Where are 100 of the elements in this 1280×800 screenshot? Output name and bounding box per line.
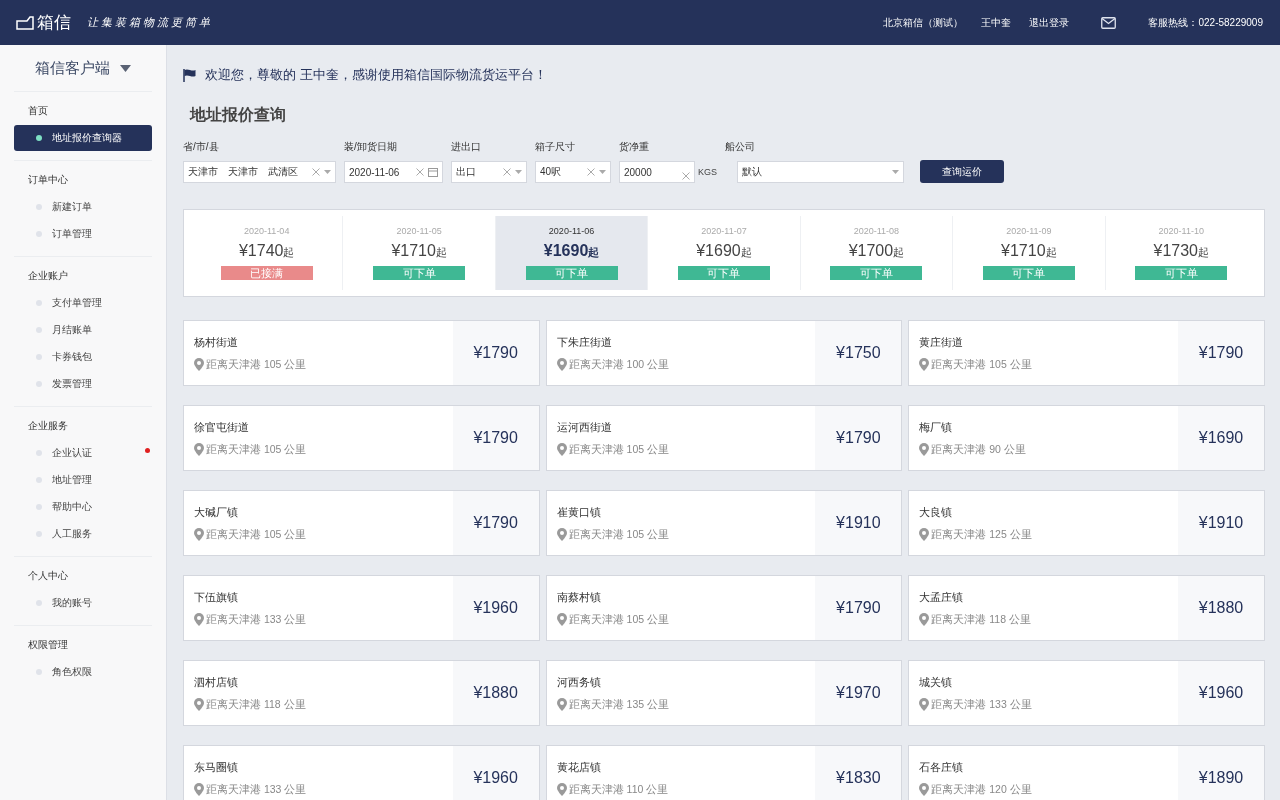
distance-text: 距离天津港 105 公里 [568, 442, 669, 457]
address-card[interactable]: 城关镇 距离天津港 133 公里 ¥1960 [908, 660, 1265, 726]
address-card[interactable]: 大良镇 距离天津港 125 公里 ¥1910 [908, 490, 1265, 556]
date-option[interactable]: 2020-11-08 ¥1700起 可下单 [800, 216, 954, 290]
caret-icon[interactable] [120, 64, 131, 72]
sidebar-item[interactable]: 发票管理 [14, 371, 152, 397]
address-card[interactable]: 南蔡村镇 距离天津港 105 公里 ¥1790 [545, 575, 903, 641]
clear-icon[interactable] [416, 168, 424, 176]
dropdown-caret-icon[interactable] [324, 170, 331, 174]
weight-field[interactable]: 20000 [619, 161, 695, 183]
clear-icon[interactable] [587, 168, 595, 176]
query-button[interactable]: 查询运价 [920, 160, 1004, 183]
flag-icon [183, 68, 197, 82]
sidebar-section-title: 企业账户 [27, 269, 69, 283]
sidebar-item[interactable]: 新建订单 [14, 194, 152, 220]
address-card[interactable]: 梅厂镇 距离天津港 90 公里 ¥1690 [908, 405, 1265, 471]
address-card[interactable]: 东马圈镇 距离天津港 133 公里 ¥1960 [183, 745, 540, 800]
select-field[interactable]: 40呎 [535, 161, 611, 183]
address-card[interactable]: 大碱厂镇 距离天津港 105 公里 ¥1790 [183, 490, 540, 556]
address-name: 下朱庄街道 [556, 334, 613, 350]
address-name: 下伍旗镇 [194, 589, 239, 605]
address-card[interactable]: 黄花店镇 距离天津港 110 公里 ¥1830 [545, 745, 903, 800]
sidebar-item[interactable]: 地址报价查询器 [14, 125, 152, 151]
price-text: ¥1790 [473, 429, 518, 447]
sidebar-section-title: 首页 [27, 104, 49, 118]
location-pin-icon [194, 443, 204, 456]
sidebar-title[interactable]: 箱信客户端 [35, 58, 110, 78]
clear-icon[interactable] [312, 168, 320, 176]
date-option[interactable]: 2020-11-10 ¥1730起 可下单 [1105, 216, 1257, 290]
sidebar-item[interactable]: 人工服务 [14, 521, 152, 547]
region-select[interactable]: 天津市 天津市 武清区 [183, 161, 336, 183]
date-option[interactable]: 2020-11-06 ¥1690起 可下单 [495, 216, 649, 290]
address-card[interactable]: 泗村店镇 距离天津港 118 公里 ¥1880 [183, 660, 540, 726]
address-card[interactable]: 大孟庄镇 距离天津港 118 公里 ¥1880 [908, 575, 1265, 641]
dropdown-caret-icon[interactable] [599, 170, 606, 174]
slogan: 让集装箱物流更简单 [87, 15, 213, 30]
dropdown-caret-icon[interactable] [892, 170, 899, 174]
sidebar-item[interactable]: 订单管理 [14, 221, 152, 247]
address-card[interactable]: 黄庄街道 距离天津港 105 公里 ¥1790 [908, 320, 1265, 386]
date-option[interactable]: 2020-11-09 ¥1710起 可下单 [953, 216, 1106, 290]
date-field[interactable]: 2020-11-06 [344, 161, 443, 183]
price-text: ¥1790 [836, 429, 881, 447]
sidebar-item[interactable]: 帮助中心 [14, 494, 152, 520]
select-field[interactable]: 出口 [451, 161, 527, 183]
hotline: 客服热线：022-58229009 [1148, 15, 1263, 30]
distance-text: 距离天津港 110 公里 [568, 782, 669, 797]
clear-icon[interactable] [503, 168, 511, 176]
price-text: ¥1700起 [848, 242, 905, 260]
location-pin-icon [556, 443, 567, 456]
clear-icon[interactable] [682, 172, 690, 180]
logout-link[interactable]: 退出登录 [1029, 15, 1070, 30]
location-pin-icon [919, 528, 930, 541]
price-text: ¥1750 [836, 344, 881, 362]
date-option[interactable]: 2020-11-07 ¥1690起 可下单 [648, 216, 801, 290]
address-card[interactable]: 下朱庄街道 距离天津港 100 公里 ¥1750 [545, 320, 903, 386]
sidebar-item[interactable]: 支付单管理 [14, 290, 152, 316]
distance-text: 距离天津港 105 公里 [206, 357, 307, 372]
dropdown-caret-icon[interactable] [515, 170, 522, 174]
location-pin-icon [556, 783, 567, 796]
location-pin-icon [919, 358, 930, 371]
logo-text: 箱信 [37, 12, 71, 34]
location-pin-icon [556, 613, 567, 626]
location-pin-icon [194, 528, 204, 541]
distance-text: 距离天津港 118 公里 [206, 697, 306, 712]
status-tag: 可下单 [982, 266, 1075, 280]
sidebar-item[interactable]: 月结账单 [14, 317, 152, 343]
address-card[interactable]: 石各庄镇 距离天津港 120 公里 ¥1890 [908, 745, 1265, 800]
sidebar-item[interactable]: 卡券钱包 [14, 344, 152, 370]
price-text: ¥1790 [1198, 344, 1244, 362]
distance-text: 距离天津港 100 公里 [568, 357, 669, 372]
date-text: 2020-11-08 [853, 226, 900, 236]
sidebar-section-title: 企业服务 [27, 419, 69, 433]
distance-text: 距离天津港 125 公里 [931, 527, 1032, 542]
sidebar-item[interactable]: 角色权限 [14, 659, 152, 685]
user-name[interactable]: 王中奎 [981, 15, 1012, 30]
location-pin-icon [194, 698, 204, 711]
welcome-message: 欢迎您，尊敬的 王中奎，感谢使用箱信国际物流货运平台！ [205, 66, 547, 84]
address-card[interactable]: 河西务镇 距离天津港 135 公里 ¥1970 [545, 660, 903, 726]
mail-icon[interactable] [1101, 16, 1117, 29]
address-card[interactable]: 下伍旗镇 距离天津港 133 公里 ¥1960 [183, 575, 540, 641]
distance-text: 距离天津港 105 公里 [206, 442, 307, 457]
date-text: 2020-11-09 [1006, 226, 1052, 236]
date-option[interactable]: 2020-11-05 ¥1710起 可下单 [343, 216, 496, 290]
sidebar-item[interactable]: 我的账号 [14, 590, 152, 616]
address-card[interactable]: 运河西街道 距离天津港 105 公里 ¥1790 [545, 405, 903, 471]
address-card[interactable]: 徐官屯街道 距离天津港 105 公里 ¥1790 [183, 405, 540, 471]
address-card[interactable]: 崔黄口镇 距离天津港 105 公里 ¥1910 [545, 490, 903, 556]
price-text: ¥1690起 [543, 242, 600, 260]
status-tag: 可下单 [677, 266, 770, 280]
sidebar-section-title: 订单中心 [27, 173, 69, 187]
sidebar-item[interactable]: 企业认证 [14, 440, 152, 466]
location-pin-icon [919, 783, 930, 796]
calendar-icon[interactable] [428, 167, 438, 177]
address-name: 梅厂镇 [919, 419, 954, 435]
company-name: 北京箱信（测试） [883, 15, 964, 30]
status-tag: 可下单 [525, 266, 618, 280]
sidebar-item[interactable]: 地址管理 [14, 467, 152, 493]
address-card[interactable]: 杨村街道 距离天津港 105 公里 ¥1790 [183, 320, 540, 386]
carrier-select[interactable]: 默认 [737, 161, 904, 183]
date-option[interactable]: 2020-11-04 ¥1740起 已接满 [191, 216, 344, 290]
